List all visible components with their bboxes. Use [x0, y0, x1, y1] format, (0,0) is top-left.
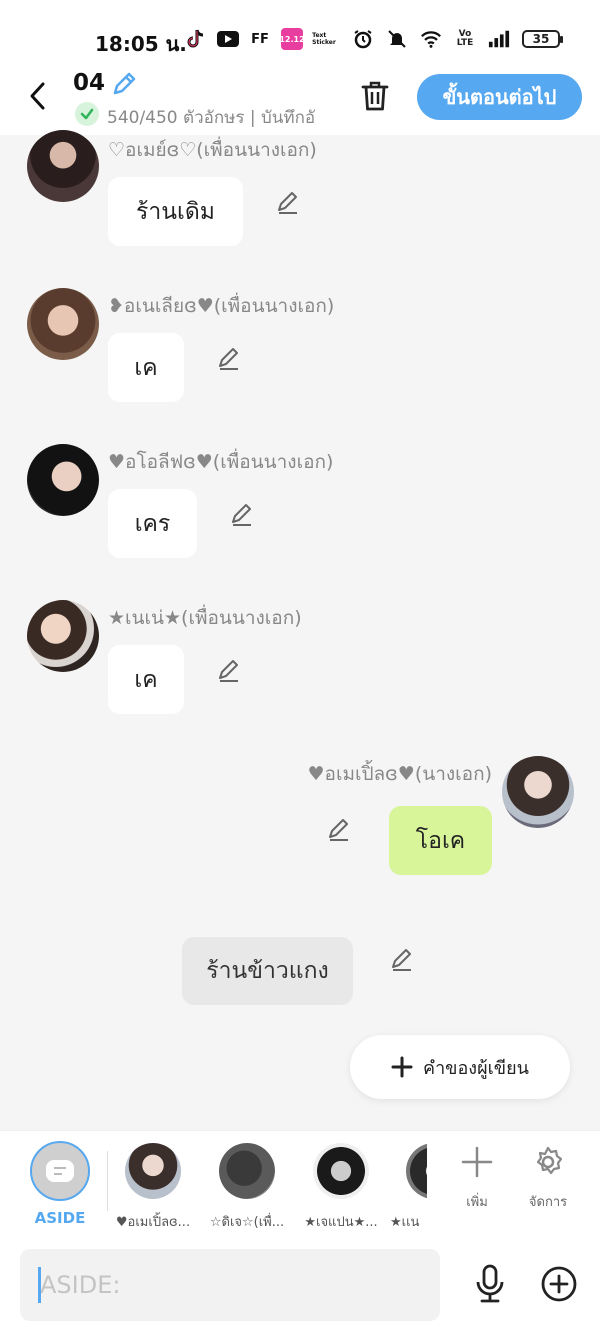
- aside-label: ASIDE: [34, 1209, 86, 1227]
- ff-icon: FF: [251, 31, 269, 47]
- status-bar: 18:05 น. FF 12.12 Text Sticker Vo LTE 35: [0, 0, 600, 70]
- next-step-button[interactable]: ขั้นตอนต่อไป: [417, 74, 582, 120]
- character-avatar: [219, 1143, 275, 1199]
- message-bubble[interactable]: เค: [108, 333, 184, 402]
- wifi-icon: [420, 28, 442, 50]
- plus-icon: [391, 1056, 413, 1078]
- edit-message-icon[interactable]: [214, 656, 244, 686]
- manage-characters-button[interactable]: จัดการ: [518, 1145, 578, 1212]
- edit-narration-icon[interactable]: [387, 945, 417, 975]
- avatar-anelia[interactable]: [27, 288, 99, 360]
- message-bubble[interactable]: เคร: [108, 489, 197, 558]
- character-item[interactable]: ♥อเมเปิ้ลɞ...: [108, 1143, 198, 1232]
- input-bar: [0, 1237, 600, 1333]
- character-avatar: [313, 1143, 369, 1199]
- gear-icon: [536, 1146, 563, 1175]
- edit-message-icon[interactable]: [214, 344, 244, 374]
- add-character-button[interactable]: เพิ่ม: [447, 1145, 507, 1212]
- text-sticker-icon: Text Sticker: [312, 32, 336, 46]
- edit-message-icon[interactable]: [227, 500, 257, 530]
- plus-icon: [461, 1146, 493, 1178]
- character-count: 540/450 ตัวอักษร | บันทึกอั: [107, 108, 316, 128]
- plus-circle-icon: [541, 1266, 577, 1302]
- status-time: 18:05 น.: [95, 32, 187, 56]
- microphone-button[interactable]: [470, 1262, 510, 1306]
- narration-bubble[interactable]: ร้านข้าวแกง: [182, 937, 353, 1005]
- sender-name: ♡อเมย์ɞ♡(เพื่อนนางเอก): [108, 139, 317, 161]
- add-label: เพิ่ม: [466, 1195, 488, 1210]
- sender-name: ♥อเมเปิ้ลɞ♥(นางเอก): [307, 763, 492, 785]
- shopee-icon: 12.12: [279, 28, 305, 50]
- editor-header: 04 540/450 ตัวอักษร | บันทึกอั ขั้นตอนต่…: [0, 70, 600, 135]
- avatar-amei[interactable]: [27, 130, 99, 202]
- character-bar: ASIDE ♥อเมเปิ้ลɞ... ☆ดิเจ☆(เพื่... ★เจแป…: [0, 1130, 600, 1237]
- youtube-icon: [217, 31, 239, 47]
- chat-bubble-icon: [46, 1160, 74, 1182]
- message-bubble[interactable]: ร้านเดิม: [108, 177, 243, 246]
- edit-message-icon[interactable]: [324, 815, 354, 845]
- status-icons: Vo LTE 35: [352, 28, 563, 50]
- edit-message-icon[interactable]: [273, 188, 303, 218]
- character-name: ★เเน: [390, 1215, 420, 1230]
- mute-icon: [386, 28, 408, 50]
- author-note-button[interactable]: คำของผู้เขียน: [350, 1035, 570, 1099]
- text-caret: [38, 1267, 41, 1303]
- attach-button[interactable]: [540, 1265, 578, 1303]
- signal-icon: [488, 28, 510, 50]
- status-app-icons: FF 12.12 Text Sticker: [185, 28, 336, 50]
- sender-name: ★เนเน่★(เพื่อนนางเอก): [108, 607, 302, 629]
- chevron-left-icon: [30, 82, 45, 110]
- manage-label: จัดการ: [528, 1195, 568, 1210]
- avatar-aolive[interactable]: [27, 444, 99, 516]
- edit-title-icon[interactable]: [110, 70, 138, 98]
- episode-title: 04: [73, 70, 106, 96]
- saved-check-icon: [75, 102, 99, 126]
- microphone-icon: [476, 1264, 504, 1303]
- aside-button[interactable]: [30, 1141, 90, 1201]
- message-bubble[interactable]: โอเค: [389, 806, 492, 875]
- character-avatar: [406, 1143, 427, 1199]
- author-note-label: คำของผู้เขียน: [423, 1057, 529, 1079]
- sender-name: ♥อโอลีฟɞ♥(เพื่อนนางเอก): [108, 451, 334, 473]
- volte-icon: Vo LTE: [456, 29, 474, 48]
- character-item[interactable]: ★เเน: [390, 1143, 427, 1232]
- back-button[interactable]: [20, 78, 56, 114]
- character-item[interactable]: ★เจแปน★...: [296, 1143, 386, 1232]
- avatar-amaple[interactable]: [502, 756, 574, 828]
- delete-button[interactable]: [357, 78, 393, 114]
- avatar-nene[interactable]: [27, 600, 99, 672]
- battery-icon: 35: [522, 30, 563, 48]
- message-input[interactable]: [20, 1249, 440, 1321]
- character-name: ☆ดิเจ☆(เพื่...: [209, 1215, 285, 1230]
- message-bubble[interactable]: เค: [108, 645, 184, 714]
- sender-name: ❥อเนเลียɞ♥(เพื่อนนางเอก): [108, 295, 335, 317]
- trash-icon: [361, 81, 389, 111]
- character-item[interactable]: ☆ดิเจ☆(เพื่...: [202, 1143, 292, 1232]
- character-name: ♥อเมเปิ้ลɞ...: [115, 1215, 191, 1230]
- character-name: ★เจแปน★...: [304, 1215, 378, 1230]
- character-avatar: [125, 1143, 181, 1199]
- tiktok-icon: [185, 28, 207, 50]
- alarm-icon: [352, 28, 374, 50]
